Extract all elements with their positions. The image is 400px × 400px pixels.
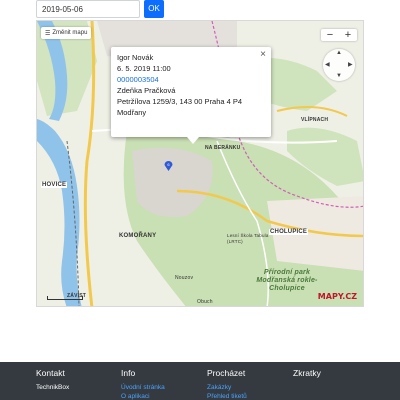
footer-heading: Kontakt [36, 368, 65, 378]
location-marker-icon[interactable]: 6 [164, 160, 173, 171]
pan-right-icon[interactable]: ▶ [348, 61, 353, 68]
footer-link[interactable]: Zakázky [207, 384, 247, 391]
close-icon[interactable]: × [260, 49, 266, 60]
date-input[interactable] [36, 0, 140, 18]
popup-district: Modřany [117, 108, 147, 117]
scale-bar [47, 296, 83, 300]
map-label-skola: Lesní Škola Tabula (LRTC) [227, 233, 269, 244]
popup-address: Petržílova 1259/3, 143 00 Praha 4 P4 [117, 97, 243, 106]
zoom-out-button[interactable]: − [321, 29, 339, 41]
footer-item: TechnikBox [36, 384, 70, 391]
ok-button[interactable]: OK [144, 0, 164, 18]
pan-up-icon[interactable]: ▲ [336, 50, 342, 56]
map-label-park: Přírodní park Modřanská rokle-Cholupice [256, 269, 318, 292]
pan-compass[interactable]: ▲ ▼ ◀ ▶ [323, 49, 355, 81]
footer: Kontakt TechnikBox Info Úvodní stránka O… [0, 362, 400, 400]
layers-icon: ☰ [45, 30, 51, 37]
popup-contact: Zdeňka Pračková [117, 86, 176, 95]
popup-tail [187, 137, 199, 144]
footer-heading: Info [121, 368, 136, 378]
map-label-komorany: KOMOŘANY [119, 233, 157, 239]
zoom-in-button[interactable]: + [339, 29, 357, 41]
zoom-control: − + [321, 29, 357, 41]
map-label-nouzov: Nouzov [175, 275, 194, 281]
footer-link[interactable]: Úvodní stránka [121, 384, 165, 391]
map-label-cholupice: CHOLUPICE [269, 229, 309, 235]
pan-left-icon[interactable]: ◀ [325, 61, 330, 68]
map-label-na-beranku: NA BERÁNKU [205, 145, 241, 151]
map-type-button[interactable]: ☰ Změnit mapu [41, 27, 92, 39]
popup-phone-link[interactable]: 0000003504 [117, 74, 265, 85]
popup-name: Igor Novák [117, 53, 154, 62]
page: OK ☰ [0, 0, 400, 400]
map-type-label: Změnit mapu [52, 30, 88, 36]
pan-down-icon[interactable]: ▼ [336, 73, 342, 79]
info-popup: × Igor Novák 6. 5. 2019 11:00 0000003504… [111, 47, 271, 137]
footer-col-zkratky: Zkratky [293, 368, 321, 378]
map-label-hovice: HOVICE [41, 182, 68, 188]
mapy-logo[interactable]: MAPY.CZ [318, 292, 357, 301]
footer-link[interactable]: O aplikaci [121, 393, 165, 400]
map-label-obuch: Obuch [197, 299, 213, 305]
footer-col-info: Info Úvodní stránka O aplikaci [121, 368, 165, 400]
footer-link[interactable]: Přehled tiketů [207, 393, 247, 400]
map-label-vlnky: VLÍPNACH [301, 117, 329, 123]
footer-col-kontakt: Kontakt TechnikBox [36, 368, 69, 391]
popup-datetime: 6. 5. 2019 11:00 [117, 64, 171, 73]
map[interactable]: ☰ Změnit mapu − + ▲ ▼ ◀ ▶ HOVICE KOMOŘAN… [36, 20, 364, 307]
footer-heading: Zkratky [293, 368, 321, 378]
footer-heading: Procházet [207, 368, 246, 378]
footer-col-prochazet: Procházet Zakázky Přehled tiketů [207, 368, 247, 400]
